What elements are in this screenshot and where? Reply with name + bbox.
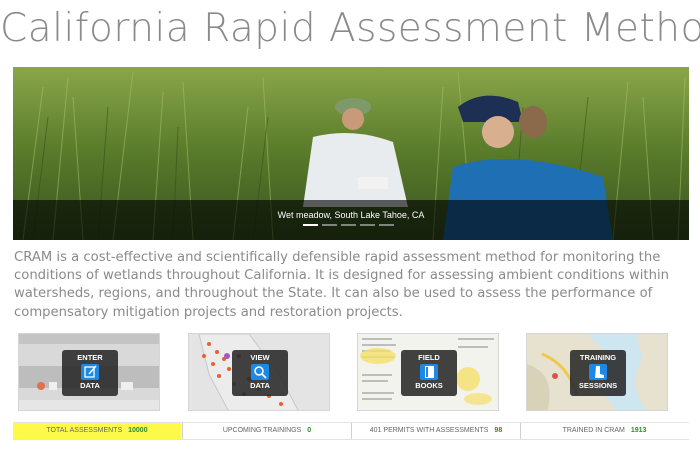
enter-data-label-bottom: DATA [80,381,100,390]
view-data-badge: VIEW DATA [232,350,288,396]
slide-dot-3[interactable] [341,224,356,226]
slide-caption: Wet meadow, South Lake Tahoe, CA [277,210,425,220]
field-books-badge: FIELD BOOKS [401,350,457,396]
page-title: California Rapid Assessment Method [0,6,700,51]
book-icon [420,364,438,380]
stat-value: 10000 [128,427,148,434]
training-sessions-tile[interactable]: TRAINING SESSIONS [526,333,668,411]
training-sessions-label-top: TRAINING [579,353,617,362]
slide-dot-2[interactable] [322,224,337,226]
training-sessions-label-bottom: SESSIONS [578,381,618,390]
intro-paragraph: CRAM is a cost-effective and scientifica… [14,250,669,320]
stat-label: TOTAL ASSESSMENTS [46,427,123,434]
stat-label: UPCOMING TRAININGS [222,427,302,434]
hero-slideshow[interactable]: Wet meadow, South Lake Tahoe, CA [13,67,689,240]
field-books-tile[interactable]: FIELD BOOKS [357,333,499,411]
stat-total-assessments: TOTAL ASSESSMENTS 10000 [13,423,181,439]
action-tiles: ENTER DATA VIEW DATA FIELD BOOKS TRAININ… [18,333,678,411]
slide-dot-1[interactable] [303,224,318,226]
field-books-label-top: FIELD [418,353,440,362]
enter-data-label-top: ENTER [77,353,103,362]
slide-indicators [303,224,394,226]
slide-dot-4[interactable] [360,224,375,226]
magnifier-icon [251,364,269,380]
stat-value: 1913 [630,427,647,434]
training-sessions-badge: TRAINING SESSIONS [570,350,626,396]
stat-401-permits: 401 PERMITS WITH ASSESSMENTS 98 [351,423,520,439]
caption-bar [13,200,689,240]
stat-value: 98 [494,427,503,434]
slide-dot-5[interactable] [379,224,394,226]
stat-trained-in-cram: TRAINED IN CRAM 1913 [520,423,688,439]
stat-label: 401 PERMITS WITH ASSESSMENTS [369,427,489,434]
field-books-label-bottom: BOOKS [415,381,443,390]
view-data-tile[interactable]: VIEW DATA [188,333,330,411]
enter-data-tile[interactable]: ENTER DATA [18,333,160,411]
edit-icon [81,364,99,380]
enter-data-badge: ENTER DATA [62,350,118,396]
stat-value: 0 [307,427,312,434]
view-data-label-top: VIEW [250,353,270,362]
stat-label: TRAINED IN CRAM [562,427,625,434]
view-data-label-bottom: DATA [250,381,270,390]
stats-bar: TOTAL ASSESSMENTS 10000 UPCOMING TRAINING… [13,422,689,440]
stat-upcoming-trainings: UPCOMING TRAININGS 0 [182,423,351,439]
boot-icon [589,364,607,380]
